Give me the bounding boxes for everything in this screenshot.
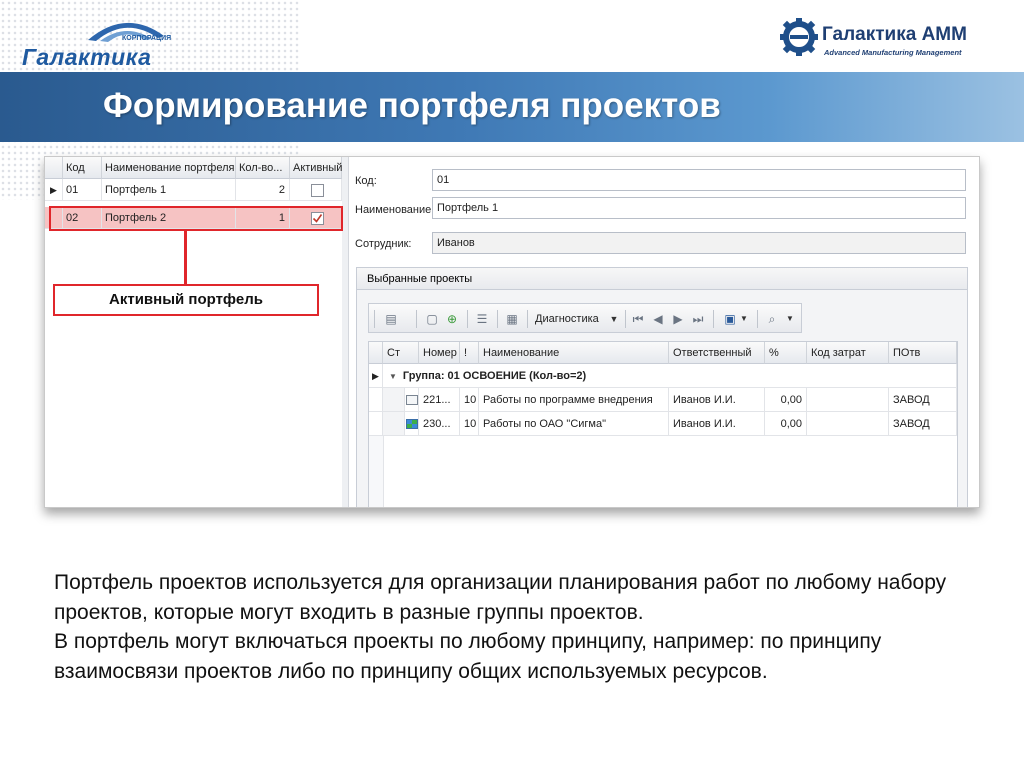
galaktika-amm-logo: Галактика АММ Advanced Manufacturing Man…	[780, 18, 1010, 58]
column-header-code[interactable]: Код	[63, 157, 102, 179]
paste-icon[interactable]: ▤	[382, 310, 400, 328]
status-grid-icon	[406, 419, 418, 429]
logo-brand-text: Галактика	[22, 44, 152, 70]
amm-subtitle-text: Advanced Manufacturing Management	[824, 48, 962, 57]
row-indicator	[369, 412, 383, 436]
toolbar-separator	[416, 310, 417, 328]
status-empty-icon	[406, 395, 418, 405]
cell-number[interactable]: 230...	[419, 412, 460, 436]
cell-potv[interactable]: ЗАВОД	[889, 412, 957, 436]
toolbar-separator	[497, 310, 498, 328]
more-options-icon[interactable]: ▼	[781, 310, 799, 328]
print-icon[interactable]: ▦	[503, 310, 521, 328]
column-header-percent[interactable]: %	[765, 342, 807, 364]
add-document-icon[interactable]: ⊕	[443, 310, 461, 328]
first-record-icon[interactable]: ⏮	[629, 310, 647, 328]
cell-priority[interactable]: 10	[460, 388, 479, 412]
code-label: Код:	[355, 175, 377, 187]
toolbar-separator	[713, 310, 714, 328]
cell-active[interactable]	[290, 179, 342, 201]
column-header-number[interactable]: Номер	[419, 342, 460, 364]
next-record-icon[interactable]: ▶	[669, 310, 687, 328]
callout-connector	[184, 231, 187, 285]
name-label: Наименование:	[355, 204, 435, 216]
toolbar-separator	[467, 310, 468, 328]
column-header-potv[interactable]: ПОтв	[889, 342, 957, 364]
cell-percent[interactable]: 0,00	[765, 388, 807, 412]
cell-priority[interactable]: 10	[460, 412, 479, 436]
toolbar-separator	[757, 310, 758, 328]
column-header-count[interactable]: Кол-во...	[236, 157, 290, 179]
document-icon[interactable]: ▢	[423, 310, 441, 328]
toolbar-separator	[527, 310, 528, 328]
name-field[interactable]: Портфель 1	[432, 197, 966, 219]
row-pointer-icon: ▶	[369, 364, 383, 388]
column-header-name[interactable]: Наименование портфеля	[102, 157, 236, 179]
cell-responsible[interactable]: Иванов И.И.	[669, 388, 765, 412]
row-indicator	[369, 388, 383, 412]
code-field[interactable]: 01	[432, 169, 966, 191]
cell-count[interactable]: 2	[236, 179, 290, 201]
column-header-cost-code[interactable]: Код затрат	[807, 342, 889, 364]
indent-cell	[383, 388, 405, 412]
cell-name[interactable]: Работы по ОАО "Сигма"	[479, 412, 669, 436]
last-record-icon[interactable]: ⏭	[689, 310, 707, 328]
previous-record-icon[interactable]: ◀	[649, 310, 667, 328]
column-header-name[interactable]: Наименование	[479, 342, 669, 364]
column-header-status[interactable]: Ст	[383, 342, 419, 364]
amm-brand-text: Галактика АММ	[822, 24, 967, 45]
description-paragraph-2: В портфель могут включаться проекты по л…	[54, 630, 882, 683]
column-header-priority[interactable]: !	[460, 342, 479, 364]
row-indicator-header	[369, 342, 383, 364]
projects-toolbar: ▤ ▢ ⊕ ☰ ▦ Диагностика ▼ ⏮ ◀ ▶ ⏭ ▣ ▼ ⌕ ▼	[368, 303, 802, 333]
diagnostics-dropdown[interactable]: Диагностика	[535, 310, 599, 328]
status-cell[interactable]	[405, 388, 419, 412]
active-checkbox[interactable]	[311, 184, 324, 197]
galaktika-corp-logo: КОРПОРАЦИЯ Галактика	[22, 12, 192, 70]
active-row-highlight	[49, 206, 343, 231]
group-label: Группа: 01 ОСВОЕНИЕ (Кол-во=2)	[402, 370, 587, 382]
column-header-active[interactable]: Активный	[290, 157, 342, 179]
row-indicator-column	[369, 436, 384, 507]
toolbar-separator	[625, 310, 626, 328]
gear-logo-icon	[780, 18, 818, 56]
cell-name[interactable]: Портфель 1	[102, 179, 236, 201]
logo-corp-text: КОРПОРАЦИЯ	[122, 35, 172, 42]
description-text: Портфель проектов используется для орган…	[54, 568, 994, 686]
page-title: Формирование портфеля проектов	[103, 86, 721, 125]
column-header-responsible[interactable]: Ответственный	[669, 342, 765, 364]
status-cell[interactable]	[405, 412, 419, 436]
row-indicator-header	[45, 157, 63, 179]
indent-cell	[383, 412, 405, 436]
collapse-icon[interactable]: ▼	[389, 372, 397, 381]
group-header[interactable]: ▼ Группа: 01 ОСВОЕНИЕ (Кол-во=2)	[383, 364, 957, 388]
cell-percent[interactable]: 0,00	[765, 412, 807, 436]
chevron-down-icon[interactable]: ▼	[605, 310, 623, 328]
save-dropdown-icon[interactable]: ▼	[735, 310, 753, 328]
projects-grid: Ст Номер ! Наименование Ответственный % …	[368, 341, 958, 507]
list-icon[interactable]: ☰	[473, 310, 491, 328]
employee-field[interactable]: Иванов	[432, 232, 966, 254]
cell-code[interactable]: 01	[63, 179, 102, 201]
selected-projects-title: Выбранные проекты	[357, 268, 967, 290]
cell-number[interactable]: 221...	[419, 388, 460, 412]
cell-cost-code[interactable]	[807, 412, 889, 436]
cell-cost-code[interactable]	[807, 388, 889, 412]
panel-splitter[interactable]	[342, 157, 349, 507]
cell-responsible[interactable]: Иванов И.И.	[669, 412, 765, 436]
employee-label: Сотрудник:	[355, 238, 412, 250]
cell-name[interactable]: Работы по программе внедрения	[479, 388, 669, 412]
cell-potv[interactable]: ЗАВОД	[889, 388, 957, 412]
toolbar-grip	[374, 310, 375, 328]
active-portfolio-callout: Активный портфель	[53, 284, 319, 316]
description-paragraph-1: Портфель проектов используется для орган…	[54, 571, 947, 624]
row-pointer-icon: ▶	[45, 179, 63, 201]
title-band: Формирование портфеля проектов	[0, 72, 1024, 142]
search-icon[interactable]: ⌕	[763, 310, 781, 328]
